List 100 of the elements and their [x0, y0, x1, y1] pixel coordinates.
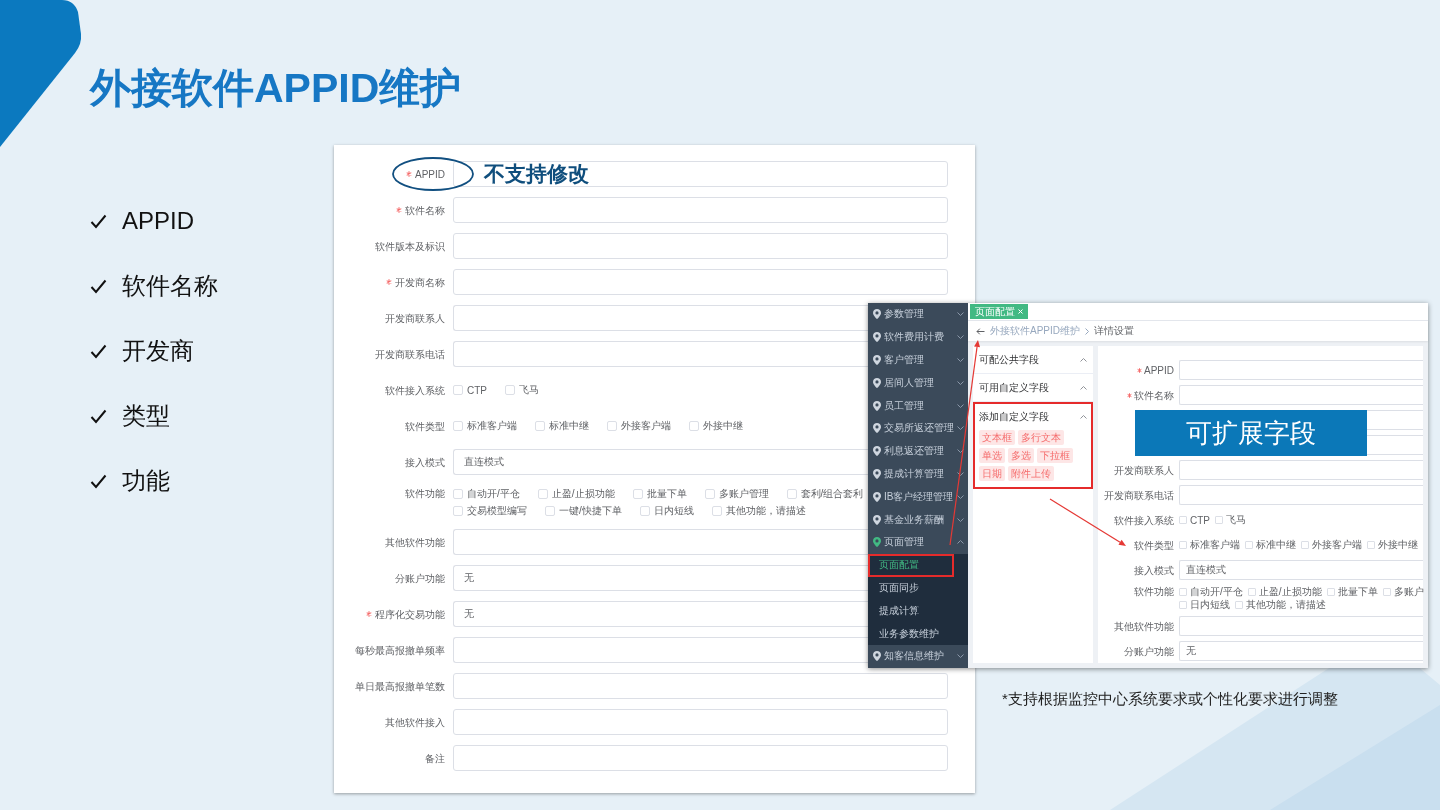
checkbox[interactable] — [453, 421, 463, 431]
checkbox[interactable] — [786, 488, 797, 499]
checkbox[interactable] — [607, 421, 617, 431]
option-label: 一键/快捷下单 — [559, 503, 622, 518]
location-pin-icon — [873, 377, 881, 388]
bullet-text: 软件名称 — [122, 271, 218, 301]
panel-header[interactable]: 添加自定义字段 — [975, 404, 1091, 430]
sidebar-item[interactable]: 客户管理 — [868, 348, 968, 372]
checkbox[interactable] — [711, 505, 722, 516]
option-label: 多账户 — [1393, 584, 1424, 599]
location-pin-icon — [873, 468, 881, 479]
input-field[interactable] — [453, 197, 948, 223]
bullet-text: 功能 — [122, 466, 170, 496]
sidebar-item[interactable]: 基金业务薪酬 — [868, 508, 968, 531]
input-field[interactable] — [453, 745, 948, 771]
input-field[interactable] — [453, 673, 948, 699]
checkbox[interactable] — [537, 488, 548, 499]
breadcrumb-current: 详情设置 — [1094, 324, 1134, 338]
input-field[interactable] — [1179, 385, 1423, 405]
option-label: 标准客户端 — [467, 419, 517, 433]
check-icon — [90, 278, 107, 294]
checkbox[interactable] — [639, 505, 650, 516]
input-field[interactable] — [1179, 616, 1423, 636]
checkbox[interactable] — [453, 505, 463, 516]
option-label: 外接客户端 — [621, 419, 671, 433]
input-field[interactable] — [453, 233, 948, 259]
sidebar-item[interactable]: 员工管理 — [868, 394, 968, 417]
sidebar-item[interactable]: 页面管理 — [868, 530, 968, 554]
input-field[interactable] — [1179, 485, 1423, 505]
checkbox[interactable] — [1301, 541, 1309, 549]
input-field[interactable] — [1179, 360, 1423, 380]
field-label: 开发商名称 — [395, 275, 445, 290]
field-label: 软件名称 — [1134, 388, 1174, 402]
callout-label: 可扩展字段 — [1135, 410, 1367, 456]
checkbox[interactable] — [1179, 516, 1187, 524]
option-label: 批量下单 — [646, 486, 687, 501]
input-field[interactable] — [1179, 460, 1423, 480]
checkbox[interactable] — [505, 385, 515, 395]
input-field[interactable]: 无 — [453, 565, 868, 591]
sidebar-item[interactable]: 利息返还管理 — [868, 439, 968, 463]
sidebar-item[interactable]: 知客信息维护 — [868, 644, 968, 668]
checkbox[interactable] — [453, 488, 463, 499]
input-field[interactable] — [453, 341, 868, 367]
checkbox[interactable] — [704, 488, 715, 499]
checkbox[interactable] — [1179, 587, 1187, 596]
option-label: 外接中继 — [703, 419, 743, 433]
field-label: 软件类型 — [1134, 538, 1174, 552]
checkbox[interactable] — [632, 488, 643, 499]
input-field[interactable] — [453, 161, 948, 187]
checkbox[interactable] — [1382, 587, 1391, 596]
input-field[interactable] — [453, 637, 868, 663]
input-field[interactable]: 直连模式 — [1179, 560, 1423, 580]
field-label: 软件名称 — [405, 203, 445, 218]
checkbox[interactable] — [1367, 541, 1375, 549]
checkbox[interactable] — [689, 421, 699, 431]
check-icon — [90, 213, 107, 229]
panel-header[interactable]: 可用自定义字段 — [973, 374, 1093, 402]
input-field[interactable]: 无 — [1179, 641, 1423, 661]
checkbox[interactable] — [1247, 587, 1256, 596]
checkbox[interactable] — [1179, 541, 1187, 549]
sidebar-item[interactable]: 居间人管理 — [868, 371, 968, 395]
location-pin-icon — [873, 423, 881, 434]
field-label: 分账户功能 — [1124, 644, 1174, 658]
field-label: 软件接入系统 — [385, 383, 445, 398]
option-label: 日内短线 — [1190, 597, 1230, 612]
option-label: 自动开/平仓 — [467, 486, 520, 501]
input-field[interactable] — [453, 529, 868, 555]
checkbox[interactable] — [453, 385, 463, 395]
back-arrow-icon[interactable] — [976, 327, 985, 335]
input-field[interactable] — [453, 709, 948, 735]
input-field[interactable]: 无 — [453, 601, 868, 627]
field-label: 备注 — [425, 751, 445, 766]
option-label: 飞马 — [519, 383, 539, 397]
sidebar-subitem[interactable]: 页面同步 — [868, 576, 954, 600]
checkbox[interactable] — [1215, 516, 1223, 524]
close-icon[interactable] — [1018, 309, 1023, 314]
sidebar-item[interactable]: 提成计算管理 — [868, 462, 968, 486]
location-pin-icon — [873, 309, 881, 320]
input-field[interactable]: 直连模式 — [453, 449, 868, 475]
sidebar-item[interactable]: 参数管理 — [868, 303, 968, 326]
checkbox[interactable] — [1245, 541, 1253, 549]
field-label: 程序化交易功能 — [375, 607, 445, 622]
sidebar-item[interactable]: 交易所返还管理 — [868, 417, 968, 440]
checkbox[interactable] — [535, 421, 545, 431]
input-field[interactable] — [453, 305, 868, 331]
sidebar-subitem[interactable]: 提成计算 — [868, 599, 954, 623]
checkbox[interactable] — [1179, 600, 1187, 609]
sidebar-item[interactable]: IB客户经理管理 — [868, 485, 968, 509]
input-field[interactable] — [453, 269, 948, 295]
panel-header[interactable]: 可配公共字段 — [973, 346, 1093, 374]
field-label: APPID — [1144, 363, 1174, 377]
sidebar-item[interactable]: 软件费用计费 — [868, 325, 968, 349]
option-label: 外接客户端 — [1312, 538, 1362, 552]
sidebar-subitem[interactable]: 页面配置 — [868, 553, 954, 577]
checkbox[interactable] — [1326, 587, 1335, 596]
sidebar-subitem[interactable]: 业务参数维护 — [868, 622, 954, 645]
checkbox[interactable] — [545, 505, 555, 516]
field-label: 其他软件功能 — [1114, 619, 1174, 633]
field-label: 软件接入系统 — [1114, 513, 1174, 527]
checkbox[interactable] — [1235, 600, 1243, 609]
